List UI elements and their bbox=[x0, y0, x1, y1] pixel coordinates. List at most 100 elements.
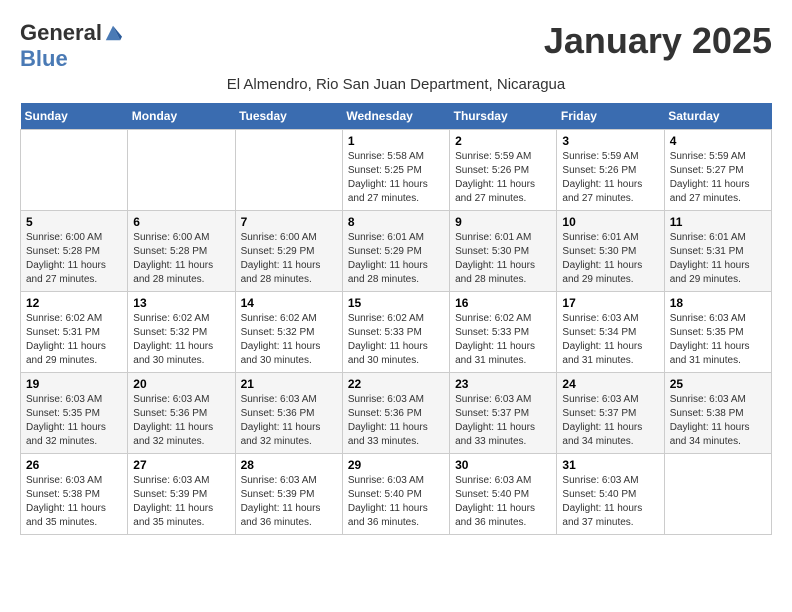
calendar-week-row: 12Sunrise: 6:02 AM Sunset: 5:31 PM Dayli… bbox=[21, 292, 772, 373]
calendar-week-row: 19Sunrise: 6:03 AM Sunset: 5:35 PM Dayli… bbox=[21, 373, 772, 454]
day-number: 8 bbox=[348, 215, 444, 229]
calendar-week-row: 26 Sunrise: 6:03 AM Sunset: 5:38 PM Dayli… bbox=[21, 454, 772, 535]
day-number: 30 bbox=[455, 458, 551, 472]
location-subtitle: El Almendro, Rio San Juan Department, Ni… bbox=[20, 76, 772, 93]
day-number: 5 bbox=[26, 215, 122, 229]
day-content: Sunrise: 6:00 AM Sunset: 5:28 PM Dayligh… bbox=[133, 231, 229, 287]
column-header-thursday: Thursday bbox=[450, 103, 557, 130]
calendar-day-cell: 11 Sunrise: 6:01 AM Sunset: 5:31 PM Dayli… bbox=[664, 211, 771, 292]
calendar-week-row: 1 Sunrise: 5:58 AM Sunset: 5:25 PM Daylig… bbox=[21, 130, 772, 211]
calendar-day-cell: 26 Sunrise: 6:03 AM Sunset: 5:38 PM Dayli… bbox=[21, 454, 128, 535]
day-number: 31 bbox=[562, 458, 658, 472]
day-number: 15 bbox=[348, 296, 444, 310]
calendar-day-cell: 31 Sunrise: 6:03 AM Sunset: 5:40 PM Dayli… bbox=[557, 454, 664, 535]
day-content: Sunrise: 6:03 AM Sunset: 5:36 PM Dayligh… bbox=[348, 393, 444, 449]
day-content: Sunrise: 5:59 AM Sunset: 5:26 PM Dayligh… bbox=[562, 150, 658, 206]
day-number: 10 bbox=[562, 215, 658, 229]
day-number: 19 bbox=[26, 377, 122, 391]
calendar-day-cell: 30 Sunrise: 6:03 AM Sunset: 5:40 PM Dayli… bbox=[450, 454, 557, 535]
day-content: Sunrise: 6:01 AM Sunset: 5:30 PM Dayligh… bbox=[562, 231, 658, 287]
calendar-day-cell: 2 Sunrise: 5:59 AM Sunset: 5:26 PM Daylig… bbox=[450, 130, 557, 211]
day-content: Sunrise: 6:03 AM Sunset: 5:37 PM Dayligh… bbox=[562, 393, 658, 449]
day-content: Sunrise: 6:02 AM Sunset: 5:33 PM Dayligh… bbox=[455, 312, 551, 368]
calendar-day-cell: 28Sunrise: 6:03 AM Sunset: 5:39 PM Dayli… bbox=[235, 454, 342, 535]
day-content: Sunrise: 6:02 AM Sunset: 5:33 PM Dayligh… bbox=[348, 312, 444, 368]
calendar-day-cell: 6 Sunrise: 6:00 AM Sunset: 5:28 PM Daylig… bbox=[128, 211, 235, 292]
day-number: 25 bbox=[670, 377, 766, 391]
day-content: Sunrise: 6:01 AM Sunset: 5:30 PM Dayligh… bbox=[455, 231, 551, 287]
day-content: Sunrise: 6:01 AM Sunset: 5:29 PM Dayligh… bbox=[348, 231, 444, 287]
column-header-saturday: Saturday bbox=[664, 103, 771, 130]
column-header-monday: Monday bbox=[128, 103, 235, 130]
day-content: Sunrise: 6:00 AM Sunset: 5:28 PM Dayligh… bbox=[26, 231, 122, 287]
day-number: 24 bbox=[562, 377, 658, 391]
calendar-day-cell: 14 Sunrise: 6:02 AM Sunset: 5:32 PM Dayli… bbox=[235, 292, 342, 373]
day-content: Sunrise: 6:02 AM Sunset: 5:32 PM Dayligh… bbox=[133, 312, 229, 368]
day-content: Sunrise: 5:59 AM Sunset: 5:27 PM Dayligh… bbox=[670, 150, 766, 206]
day-number: 26 bbox=[26, 458, 122, 472]
day-number: 23 bbox=[455, 377, 551, 391]
calendar-day-cell: 21 Sunrise: 6:03 AM Sunset: 5:36 PM Dayli… bbox=[235, 373, 342, 454]
day-content: Sunrise: 5:58 AM Sunset: 5:25 PM Dayligh… bbox=[348, 150, 444, 206]
day-content: Sunrise: 6:03 AM Sunset: 5:40 PM Dayligh… bbox=[562, 474, 658, 530]
calendar-day-cell: 15 Sunrise: 6:02 AM Sunset: 5:33 PM Dayli… bbox=[342, 292, 449, 373]
column-header-tuesday: Tuesday bbox=[235, 103, 342, 130]
calendar-day-cell: 8 Sunrise: 6:01 AM Sunset: 5:29 PM Daylig… bbox=[342, 211, 449, 292]
day-content: Sunrise: 6:03 AM Sunset: 5:37 PM Dayligh… bbox=[455, 393, 551, 449]
month-title: January 2025 bbox=[544, 20, 772, 62]
calendar-day-cell: 10 Sunrise: 6:01 AM Sunset: 5:30 PM Dayli… bbox=[557, 211, 664, 292]
calendar-day-cell: 27Sunrise: 6:03 AM Sunset: 5:39 PM Dayli… bbox=[128, 454, 235, 535]
empty-cell bbox=[235, 130, 342, 211]
day-number: 22 bbox=[348, 377, 444, 391]
day-content: Sunrise: 6:03 AM Sunset: 5:40 PM Dayligh… bbox=[348, 474, 444, 530]
calendar-day-cell: 24 Sunrise: 6:03 AM Sunset: 5:37 PM Dayli… bbox=[557, 373, 664, 454]
calendar-day-cell: 29 Sunrise: 6:03 AM Sunset: 5:40 PM Dayli… bbox=[342, 454, 449, 535]
day-number: 16 bbox=[455, 296, 551, 310]
day-number: 11 bbox=[670, 215, 766, 229]
day-content: Sunrise: 6:03 AM Sunset: 5:36 PM Dayligh… bbox=[133, 393, 229, 449]
day-content: Sunrise: 6:03 AM Sunset: 5:40 PM Dayligh… bbox=[455, 474, 551, 530]
logo-icon bbox=[104, 24, 122, 42]
day-content: Sunrise: 6:03 AM Sunset: 5:34 PM Dayligh… bbox=[562, 312, 658, 368]
day-number: 6 bbox=[133, 215, 229, 229]
calendar-day-cell: 4 Sunrise: 5:59 AM Sunset: 5:27 PM Daylig… bbox=[664, 130, 771, 211]
calendar-day-cell: 13Sunrise: 6:02 AM Sunset: 5:32 PM Dayli… bbox=[128, 292, 235, 373]
day-content: Sunrise: 6:03 AM Sunset: 5:39 PM Dayligh… bbox=[241, 474, 337, 530]
day-content: Sunrise: 6:02 AM Sunset: 5:32 PM Dayligh… bbox=[241, 312, 337, 368]
day-number: 2 bbox=[455, 134, 551, 148]
empty-cell bbox=[128, 130, 235, 211]
day-content: Sunrise: 5:59 AM Sunset: 5:26 PM Dayligh… bbox=[455, 150, 551, 206]
logo: General Blue bbox=[20, 20, 122, 72]
calendar-day-cell: 1 Sunrise: 5:58 AM Sunset: 5:25 PM Daylig… bbox=[342, 130, 449, 211]
calendar-body: 1 Sunrise: 5:58 AM Sunset: 5:25 PM Daylig… bbox=[21, 130, 772, 535]
day-number: 1 bbox=[348, 134, 444, 148]
day-number: 21 bbox=[241, 377, 337, 391]
day-content: Sunrise: 6:03 AM Sunset: 5:36 PM Dayligh… bbox=[241, 393, 337, 449]
day-content: Sunrise: 6:02 AM Sunset: 5:31 PM Dayligh… bbox=[26, 312, 122, 368]
day-content: Sunrise: 6:00 AM Sunset: 5:29 PM Dayligh… bbox=[241, 231, 337, 287]
calendar-day-cell: 20 Sunrise: 6:03 AM Sunset: 5:36 PM Dayli… bbox=[128, 373, 235, 454]
calendar-day-cell: 17 Sunrise: 6:03 AM Sunset: 5:34 PM Dayli… bbox=[557, 292, 664, 373]
calendar-day-cell: 7 Sunrise: 6:00 AM Sunset: 5:29 PM Daylig… bbox=[235, 211, 342, 292]
day-number: 14 bbox=[241, 296, 337, 310]
day-number: 29 bbox=[348, 458, 444, 472]
day-content: Sunrise: 6:01 AM Sunset: 5:31 PM Dayligh… bbox=[670, 231, 766, 287]
day-content: Sunrise: 6:03 AM Sunset: 5:38 PM Dayligh… bbox=[26, 474, 122, 530]
day-number: 7 bbox=[241, 215, 337, 229]
calendar-table: SundayMondayTuesdayWednesdayThursdayFrid… bbox=[20, 103, 772, 535]
empty-cell bbox=[21, 130, 128, 211]
day-number: 4 bbox=[670, 134, 766, 148]
page-header: General Blue January 2025 bbox=[20, 20, 772, 72]
calendar-day-cell: 22 Sunrise: 6:03 AM Sunset: 5:36 PM Dayli… bbox=[342, 373, 449, 454]
day-number: 9 bbox=[455, 215, 551, 229]
calendar-day-cell: 3 Sunrise: 5:59 AM Sunset: 5:26 PM Daylig… bbox=[557, 130, 664, 211]
day-number: 17 bbox=[562, 296, 658, 310]
day-number: 18 bbox=[670, 296, 766, 310]
day-content: Sunrise: 6:03 AM Sunset: 5:35 PM Dayligh… bbox=[670, 312, 766, 368]
day-number: 3 bbox=[562, 134, 658, 148]
column-header-wednesday: Wednesday bbox=[342, 103, 449, 130]
day-number: 27 bbox=[133, 458, 229, 472]
day-number: 20 bbox=[133, 377, 229, 391]
day-content: Sunrise: 6:03 AM Sunset: 5:38 PM Dayligh… bbox=[670, 393, 766, 449]
empty-cell bbox=[664, 454, 771, 535]
